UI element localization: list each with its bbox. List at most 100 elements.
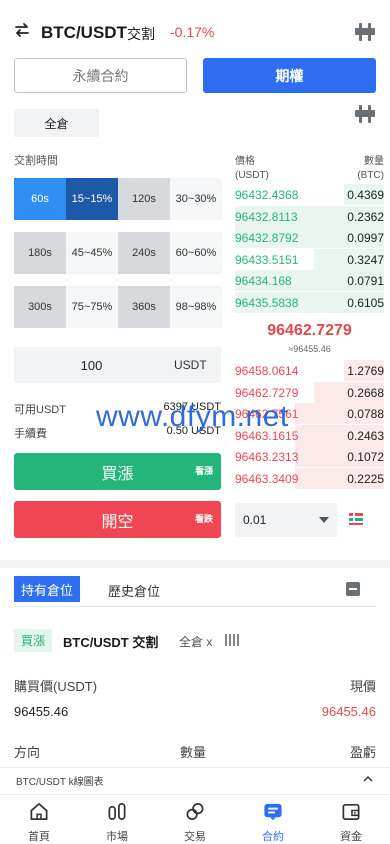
- bid-row[interactable]: 96433.5151 0.3247: [235, 248, 384, 270]
- bar-chart-icon[interactable]: [225, 632, 239, 646]
- period-120s[interactable]: 120s: [118, 178, 170, 220]
- pair-type: 交割: [127, 26, 155, 42]
- buy-price-value: 96455.46: [14, 704, 69, 719]
- period-rate-60s[interactable]: 15~15%: [66, 178, 118, 220]
- ask-row[interactable]: 96458.0614 1.2769: [235, 360, 384, 381]
- ask-price: 96463.2313: [235, 450, 299, 464]
- bid-price: 96432.8113: [235, 209, 298, 224]
- nav-contract[interactable]: 合約: [234, 795, 312, 844]
- bullish-tag: 看漲: [194, 466, 213, 476]
- section-divider: [0, 560, 390, 568]
- bid-price: 96433.5151: [235, 252, 299, 267]
- nav-home-label: 首頁: [28, 831, 50, 843]
- position-margin-mode: 全倉 x: [179, 635, 213, 649]
- bottom-navigation: 首頁 市場 交易 合約 資金: [0, 794, 390, 844]
- index-price: ≈96455.46: [288, 344, 331, 354]
- bearish-tag: 看跌: [194, 514, 213, 524]
- period-60s[interactable]: 60s: [14, 178, 66, 220]
- nav-trade[interactable]: 交易: [156, 795, 234, 844]
- ask-row[interactable]: 96463.3409 0.2225: [235, 467, 384, 489]
- bid-quantity: 0.3247: [347, 252, 384, 267]
- pair-title[interactable]: BTC/USDT: [41, 23, 127, 43]
- bid-price: 96432.4368: [235, 188, 299, 202]
- bid-row[interactable]: 96432.4368 0.4369: [235, 184, 384, 205]
- ask-price: 96462.7279: [235, 385, 299, 400]
- tab-perpetual[interactable]: 永續合約: [14, 58, 187, 93]
- bid-quantity: 0.0791: [347, 274, 384, 288]
- buy-up-button[interactable]: 買漲 看漲: [14, 453, 221, 490]
- nav-home[interactable]: 首頁: [0, 795, 78, 844]
- trade-icon: [186, 803, 204, 820]
- bid-row[interactable]: 96435.5838 0.6105: [235, 291, 384, 313]
- chevron-up-icon[interactable]: [363, 774, 373, 784]
- ask-price: 96458.0614: [235, 364, 299, 378]
- ask-quantity: 0.2463: [347, 428, 384, 443]
- kline-chart-label: BTC/USDT k線圖表: [16, 777, 104, 788]
- tab-position-history[interactable]: 歷史倉位: [108, 581, 160, 600]
- bid-row[interactable]: 96432.8113 0.2362: [235, 205, 384, 227]
- period-240s[interactable]: 240s: [118, 232, 170, 274]
- home-icon: [30, 803, 48, 820]
- period-label: 交割時間: [14, 155, 58, 167]
- position-pair: BTC/USDT 交割: [63, 635, 159, 650]
- ask-price: 96463.3409: [235, 471, 299, 486]
- bid-row[interactable]: 96432.8792 0.0997: [235, 227, 384, 248]
- period-rate-180s[interactable]: 45~45%: [66, 232, 118, 274]
- period-300s[interactable]: 300s: [14, 286, 66, 328]
- nav-trade-label: 交易: [184, 831, 206, 843]
- bid-quantity: 0.6105: [347, 295, 384, 310]
- bid-price: 96434.168: [235, 274, 292, 288]
- market-icon: [108, 803, 126, 820]
- bid-quantity: 0.0997: [347, 231, 384, 245]
- nav-market[interactable]: 市場: [78, 795, 156, 844]
- period-180s[interactable]: 180s: [14, 232, 66, 274]
- position-side-badge: 買漲: [14, 629, 52, 652]
- bid-quantity: 0.2362: [347, 209, 384, 224]
- bid-price: 96435.5838: [235, 295, 299, 310]
- price-unit: (USDT): [235, 170, 269, 181]
- nav-wallet[interactable]: 資金: [312, 795, 390, 844]
- settings-sliders-icon[interactable]: [355, 23, 375, 41]
- period-rate-120s[interactable]: 30~30%: [170, 178, 222, 220]
- qty-header: 數量: [364, 156, 384, 167]
- price-header: 價格: [235, 156, 255, 167]
- period-rate-300s[interactable]: 75~75%: [66, 286, 118, 328]
- pnl-label: 盈虧: [349, 745, 376, 760]
- tab-current-positions[interactable]: 持有倉位: [14, 576, 80, 602]
- qty-unit: (BTC): [357, 170, 384, 181]
- margin-mode-badge[interactable]: 全倉: [14, 109, 99, 137]
- tabs-divider: [14, 606, 376, 607]
- period-360s[interactable]: 360s: [118, 286, 170, 328]
- ask-quantity: 0.2225: [347, 471, 384, 486]
- period-rate-360s[interactable]: 98~98%: [170, 286, 222, 328]
- period-rate-240s[interactable]: 60~60%: [170, 232, 222, 274]
- watermark-text: www.dfym.net: [96, 400, 289, 433]
- amount-unit: USDT: [174, 358, 207, 372]
- wallet-icon: [342, 803, 360, 820]
- tab-options[interactable]: 期權: [203, 58, 376, 93]
- ask-row[interactable]: 96463.2313 0.1072: [235, 446, 384, 467]
- current-price-value: 96455.46: [321, 704, 376, 719]
- last-price: 96462.7279: [267, 322, 352, 339]
- open-short-label: 開空: [101, 513, 134, 531]
- book-layout-icon[interactable]: [348, 511, 364, 527]
- amount-input[interactable]: [14, 347, 169, 383]
- bid-price: 96432.8792: [235, 231, 299, 245]
- open-short-button[interactable]: 開空 看跌: [14, 501, 221, 538]
- bid-quantity: 0.4369: [347, 188, 384, 202]
- ask-quantity: 0.1072: [347, 450, 384, 464]
- settings-sliders-icon[interactable]: [355, 105, 375, 123]
- fee-label: 手續費: [14, 428, 47, 440]
- quantity-label: 數量: [180, 745, 207, 760]
- chevron-down-icon: [319, 517, 329, 523]
- document-icon[interactable]: [345, 581, 361, 597]
- swap-icon[interactable]: [14, 22, 30, 38]
- ask-quantity: 0.2668: [347, 385, 384, 400]
- nav-contract-label: 合約: [262, 831, 284, 843]
- buy-up-label: 買漲: [101, 465, 134, 483]
- nav-wallet-label: 資金: [340, 831, 362, 843]
- bid-row[interactable]: 96434.168 0.0791: [235, 270, 384, 291]
- available-label: 可用USDT: [14, 404, 66, 416]
- ask-quantity: 1.2769: [347, 364, 384, 378]
- buy-price-label: 購買價(USDT): [14, 679, 98, 694]
